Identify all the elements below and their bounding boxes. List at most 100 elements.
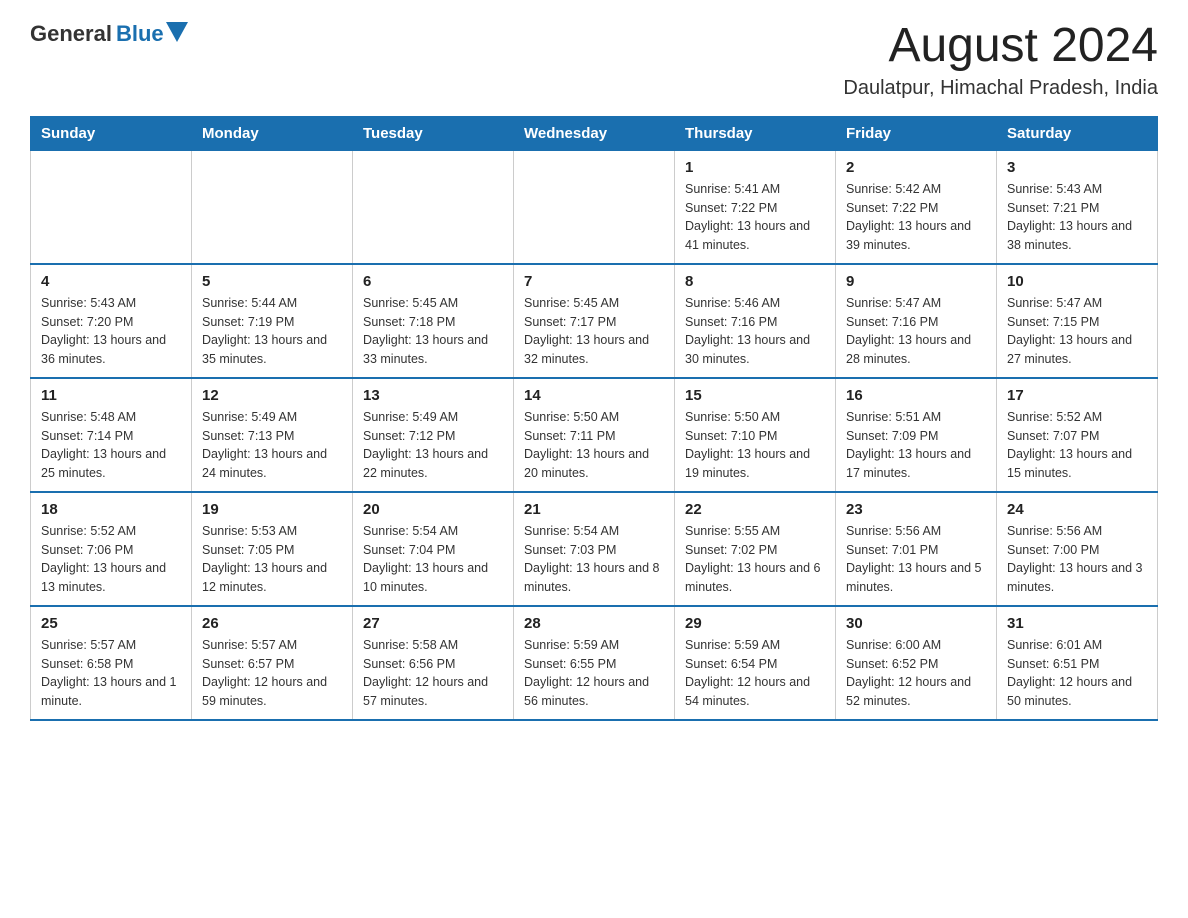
day-number: 8 bbox=[685, 273, 825, 290]
day-info: Sunrise: 5:53 AMSunset: 7:05 PMDaylight:… bbox=[202, 522, 342, 597]
day-info: Sunrise: 5:41 AMSunset: 7:22 PMDaylight:… bbox=[685, 180, 825, 255]
day-info: Sunrise: 5:52 AMSunset: 7:07 PMDaylight:… bbox=[1007, 408, 1147, 483]
calendar-cell bbox=[31, 150, 192, 264]
calendar-cell: 16 Sunrise: 5:51 AMSunset: 7:09 PMDayligh… bbox=[836, 378, 997, 492]
calendar-cell: 2Sunrise: 5:42 AMSunset: 7:22 PMDaylight… bbox=[836, 150, 997, 264]
day-number: 10 bbox=[1007, 273, 1147, 290]
day-number: 26 bbox=[202, 615, 342, 632]
page-header: General Blue August 2024 Daulatpur, Hima… bbox=[30, 20, 1158, 100]
day-info: Sunrise: 5:47 AMSunset: 7:15 PMDaylight:… bbox=[1007, 294, 1147, 369]
day-number: 30 bbox=[846, 615, 986, 632]
calendar-cell: 7 Sunrise: 5:45 AMSunset: 7:17 PMDaylight… bbox=[514, 264, 675, 378]
day-number: 16 bbox=[846, 387, 986, 404]
day-info: Sunrise: 5:51 AMSunset: 7:09 PMDaylight:… bbox=[846, 408, 986, 483]
day-of-week-header: Tuesday bbox=[353, 116, 514, 150]
day-info: Sunrise: 5:42 AMSunset: 7:22 PMDaylight:… bbox=[846, 180, 986, 255]
day-info: Sunrise: 5:59 AMSunset: 6:55 PMDaylight:… bbox=[524, 636, 664, 711]
calendar-cell: 1 Sunrise: 5:41 AMSunset: 7:22 PMDaylight… bbox=[675, 150, 836, 264]
day-info: Sunrise: 5:45 AMSunset: 7:17 PMDaylight:… bbox=[524, 294, 664, 369]
calendar-cell: 14Sunrise: 5:50 AMSunset: 7:11 PMDayligh… bbox=[514, 378, 675, 492]
day-info: Sunrise: 5:46 AMSunset: 7:16 PMDaylight:… bbox=[685, 294, 825, 369]
day-number: 31 bbox=[1007, 615, 1147, 632]
calendar-cell: 17Sunrise: 5:52 AMSunset: 7:07 PMDayligh… bbox=[997, 378, 1158, 492]
day-number: 27 bbox=[363, 615, 503, 632]
day-info: Sunrise: 5:45 AMSunset: 7:18 PMDaylight:… bbox=[363, 294, 503, 369]
day-info: Sunrise: 5:49 AMSunset: 7:12 PMDaylight:… bbox=[363, 408, 503, 483]
calendar-cell: 15Sunrise: 5:50 AMSunset: 7:10 PMDayligh… bbox=[675, 378, 836, 492]
day-number: 19 bbox=[202, 501, 342, 518]
calendar-cell: 18 Sunrise: 5:52 AMSunset: 7:06 PMDayligh… bbox=[31, 492, 192, 606]
calendar-cell: 5 Sunrise: 5:44 AMSunset: 7:19 PMDaylight… bbox=[192, 264, 353, 378]
calendar-cell bbox=[192, 150, 353, 264]
calendar-cell: 19 Sunrise: 5:53 AMSunset: 7:05 PMDayligh… bbox=[192, 492, 353, 606]
day-number: 21 bbox=[524, 501, 664, 518]
calendar-cell: 6 Sunrise: 5:45 AMSunset: 7:18 PMDaylight… bbox=[353, 264, 514, 378]
day-number: 1 bbox=[685, 159, 825, 176]
day-info: Sunrise: 5:58 AMSunset: 6:56 PMDaylight:… bbox=[363, 636, 503, 711]
day-info: Sunrise: 5:56 AMSunset: 7:01 PMDaylight:… bbox=[846, 522, 986, 597]
calendar-cell: 8 Sunrise: 5:46 AMSunset: 7:16 PMDaylight… bbox=[675, 264, 836, 378]
calendar-week-row: 4 Sunrise: 5:43 AMSunset: 7:20 PMDaylight… bbox=[31, 264, 1158, 378]
day-number: 13 bbox=[363, 387, 503, 404]
day-number: 24 bbox=[1007, 501, 1147, 518]
day-info: Sunrise: 5:54 AMSunset: 7:04 PMDaylight:… bbox=[363, 522, 503, 597]
calendar-cell: 24 Sunrise: 5:56 AMSunset: 7:00 PMDayligh… bbox=[997, 492, 1158, 606]
calendar-cell: 31 Sunrise: 6:01 AMSunset: 6:51 PMDayligh… bbox=[997, 606, 1158, 720]
calendar-table: SundayMondayTuesdayWednesdayThursdayFrid… bbox=[30, 116, 1158, 721]
calendar-header-row: SundayMondayTuesdayWednesdayThursdayFrid… bbox=[31, 116, 1158, 150]
day-of-week-header: Saturday bbox=[997, 116, 1158, 150]
day-of-week-header: Wednesday bbox=[514, 116, 675, 150]
day-info: Sunrise: 5:54 AMSunset: 7:03 PMDaylight:… bbox=[524, 522, 664, 597]
day-number: 15 bbox=[685, 387, 825, 404]
calendar-cell: 30Sunrise: 6:00 AMSunset: 6:52 PMDayligh… bbox=[836, 606, 997, 720]
calendar-cell: 25Sunrise: 5:57 AMSunset: 6:58 PMDayligh… bbox=[31, 606, 192, 720]
day-number: 4 bbox=[41, 273, 181, 290]
day-of-week-header: Thursday bbox=[675, 116, 836, 150]
calendar-cell: 4 Sunrise: 5:43 AMSunset: 7:20 PMDaylight… bbox=[31, 264, 192, 378]
day-info: Sunrise: 5:47 AMSunset: 7:16 PMDaylight:… bbox=[846, 294, 986, 369]
day-info: Sunrise: 5:44 AMSunset: 7:19 PMDaylight:… bbox=[202, 294, 342, 369]
day-number: 3 bbox=[1007, 159, 1147, 176]
logo-general: General bbox=[30, 21, 112, 47]
calendar-cell: 11Sunrise: 5:48 AMSunset: 7:14 PMDayligh… bbox=[31, 378, 192, 492]
logo-triangle-icon bbox=[166, 22, 188, 42]
calendar-week-row: 11Sunrise: 5:48 AMSunset: 7:14 PMDayligh… bbox=[31, 378, 1158, 492]
calendar-cell: 26 Sunrise: 5:57 AMSunset: 6:57 PMDayligh… bbox=[192, 606, 353, 720]
header-right: August 2024 Daulatpur, Himachal Pradesh,… bbox=[843, 20, 1158, 100]
location-subtitle: Daulatpur, Himachal Pradesh, India bbox=[843, 77, 1158, 100]
calendar-cell: 9 Sunrise: 5:47 AMSunset: 7:16 PMDaylight… bbox=[836, 264, 997, 378]
calendar-cell: 29 Sunrise: 5:59 AMSunset: 6:54 PMDayligh… bbox=[675, 606, 836, 720]
calendar-cell: 12 Sunrise: 5:49 AMSunset: 7:13 PMDayligh… bbox=[192, 378, 353, 492]
day-number: 7 bbox=[524, 273, 664, 290]
day-info: Sunrise: 5:56 AMSunset: 7:00 PMDaylight:… bbox=[1007, 522, 1147, 597]
day-info: Sunrise: 5:49 AMSunset: 7:13 PMDaylight:… bbox=[202, 408, 342, 483]
day-info: Sunrise: 5:52 AMSunset: 7:06 PMDaylight:… bbox=[41, 522, 181, 597]
day-info: Sunrise: 5:48 AMSunset: 7:14 PMDaylight:… bbox=[41, 408, 181, 483]
calendar-cell: 3 Sunrise: 5:43 AMSunset: 7:21 PMDaylight… bbox=[997, 150, 1158, 264]
day-info: Sunrise: 5:43 AMSunset: 7:21 PMDaylight:… bbox=[1007, 180, 1147, 255]
day-info: Sunrise: 5:50 AMSunset: 7:11 PMDaylight:… bbox=[524, 408, 664, 483]
calendar-cell: 27 Sunrise: 5:58 AMSunset: 6:56 PMDayligh… bbox=[353, 606, 514, 720]
month-year-title: August 2024 bbox=[843, 20, 1158, 73]
day-of-week-header: Friday bbox=[836, 116, 997, 150]
day-number: 6 bbox=[363, 273, 503, 290]
day-info: Sunrise: 5:55 AMSunset: 7:02 PMDaylight:… bbox=[685, 522, 825, 597]
day-number: 9 bbox=[846, 273, 986, 290]
day-number: 23 bbox=[846, 501, 986, 518]
day-number: 18 bbox=[41, 501, 181, 518]
day-info: Sunrise: 5:57 AMSunset: 6:57 PMDaylight:… bbox=[202, 636, 342, 711]
day-info: Sunrise: 6:01 AMSunset: 6:51 PMDaylight:… bbox=[1007, 636, 1147, 711]
calendar-cell: 20 Sunrise: 5:54 AMSunset: 7:04 PMDayligh… bbox=[353, 492, 514, 606]
day-of-week-header: Sunday bbox=[31, 116, 192, 150]
day-number: 29 bbox=[685, 615, 825, 632]
day-number: 12 bbox=[202, 387, 342, 404]
day-info: Sunrise: 5:59 AMSunset: 6:54 PMDaylight:… bbox=[685, 636, 825, 711]
calendar-cell bbox=[353, 150, 514, 264]
day-info: Sunrise: 5:43 AMSunset: 7:20 PMDaylight:… bbox=[41, 294, 181, 369]
calendar-week-row: 1 Sunrise: 5:41 AMSunset: 7:22 PMDaylight… bbox=[31, 150, 1158, 264]
day-number: 20 bbox=[363, 501, 503, 518]
logo: General Blue bbox=[30, 20, 188, 47]
calendar-cell: 21 Sunrise: 5:54 AMSunset: 7:03 PMDayligh… bbox=[514, 492, 675, 606]
day-number: 5 bbox=[202, 273, 342, 290]
calendar-cell: 22Sunrise: 5:55 AMSunset: 7:02 PMDayligh… bbox=[675, 492, 836, 606]
